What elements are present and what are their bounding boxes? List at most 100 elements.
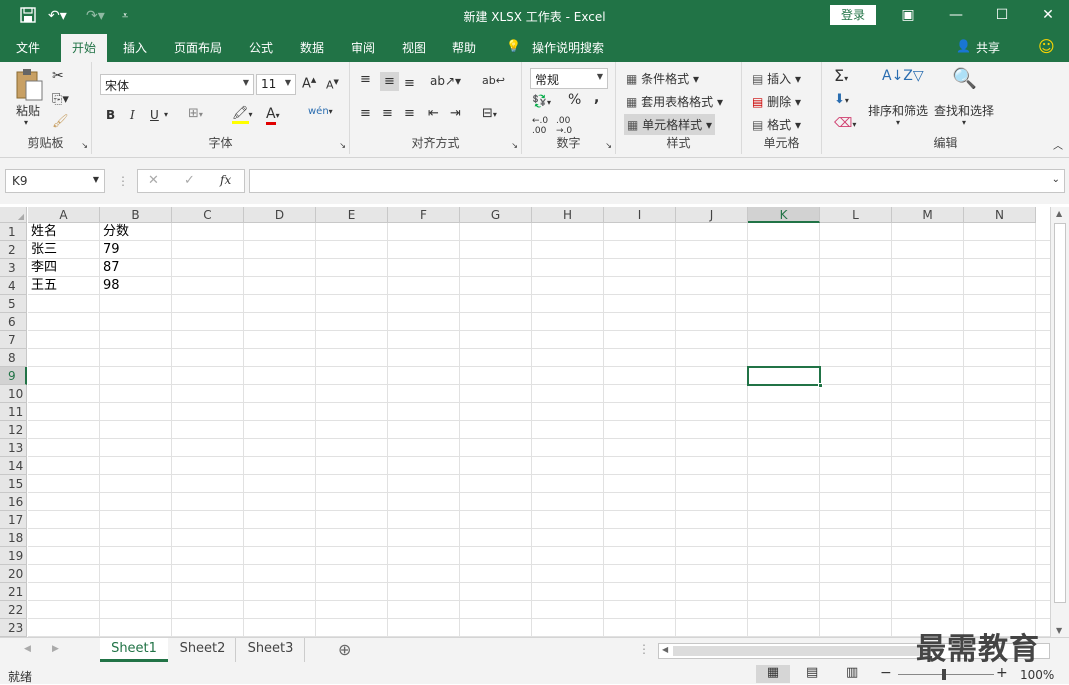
row-header-8[interactable]: 8 bbox=[0, 349, 27, 367]
column-header-j[interactable]: J bbox=[676, 207, 748, 223]
normal-view-icon[interactable]: ▦ bbox=[756, 665, 790, 683]
sort-filter-icon[interactable]: A↓Z▽ bbox=[882, 68, 924, 84]
alignment-launcher-icon[interactable]: ↘ bbox=[511, 141, 518, 150]
row-header-11[interactable]: 11 bbox=[0, 403, 27, 421]
cancel-icon[interactable]: ✕ bbox=[148, 173, 159, 188]
tab-help[interactable]: 帮助 bbox=[452, 39, 476, 56]
find-dropdown-icon[interactable]: ▾ bbox=[962, 118, 966, 127]
row-header-15[interactable]: 15 bbox=[0, 475, 27, 493]
phonetic-icon[interactable]: wén▾ bbox=[308, 106, 333, 117]
row-header-1[interactable]: 1 bbox=[0, 223, 27, 241]
row-header-9[interactable]: 9 bbox=[0, 367, 27, 385]
percent-button[interactable]: % bbox=[568, 92, 581, 108]
paste-dropdown-icon[interactable]: ▾ bbox=[24, 118, 28, 127]
share-button[interactable]: 共享 bbox=[976, 39, 1000, 56]
tell-me-search[interactable]: 操作说明搜索 bbox=[532, 39, 604, 56]
column-header-l[interactable]: L bbox=[820, 207, 892, 223]
font-launcher-icon[interactable]: ↘ bbox=[339, 141, 346, 150]
number-launcher-icon[interactable]: ↘ bbox=[605, 141, 612, 150]
scroll-up-icon[interactable]: ▲ bbox=[1056, 209, 1062, 218]
column-header-c[interactable]: C bbox=[172, 207, 244, 223]
increase-font-icon[interactable]: A▲ bbox=[302, 76, 316, 91]
align-center-icon[interactable]: ≡ bbox=[382, 106, 393, 121]
tab-insert[interactable]: 插入 bbox=[123, 39, 147, 56]
autosum-icon[interactable]: Σ▾ bbox=[834, 66, 848, 85]
orientation-icon[interactable]: ab↗▾ bbox=[430, 74, 461, 88]
find-icon[interactable]: 🔍 bbox=[952, 66, 977, 90]
row-header-18[interactable]: 18 bbox=[0, 529, 27, 547]
border-icon[interactable]: ⊞▾ bbox=[188, 106, 203, 121]
cell-styles-button[interactable]: ▦ 单元格样式 ▾ bbox=[624, 114, 716, 135]
decrease-decimal-icon[interactable]: .00 →.0 bbox=[556, 116, 572, 136]
vertical-scroll-thumb[interactable] bbox=[1054, 223, 1066, 603]
page-break-view-icon[interactable]: ▥ bbox=[846, 665, 858, 680]
sheet-tab-3[interactable]: Sheet3 bbox=[237, 638, 305, 662]
number-format-combo[interactable]: 常规 ▼ bbox=[530, 68, 608, 89]
row-header-13[interactable]: 13 bbox=[0, 439, 27, 457]
increase-indent-icon[interactable]: ⇥ bbox=[450, 106, 461, 121]
font-color-icon[interactable]: A▾ bbox=[266, 106, 280, 125]
tab-home[interactable]: 开始 bbox=[61, 34, 108, 62]
column-header-m[interactable]: M bbox=[892, 207, 964, 223]
dialog-launcher-icon[interactable]: ↘ bbox=[81, 141, 88, 150]
next-sheet-icon[interactable]: ▶ bbox=[52, 644, 59, 654]
column-header-b[interactable]: B bbox=[100, 207, 172, 223]
find-select-button[interactable]: 查找和选择 bbox=[934, 102, 994, 119]
tab-formulas[interactable]: 公式 bbox=[249, 39, 273, 56]
tab-review[interactable]: 审阅 bbox=[351, 39, 375, 56]
insert-cells-button[interactable]: ▤ 插入 ▾ bbox=[752, 70, 801, 87]
column-header-d[interactable]: D bbox=[244, 207, 316, 223]
select-all-corner[interactable]: ◢ bbox=[0, 207, 27, 223]
row-header-19[interactable]: 19 bbox=[0, 547, 27, 565]
row-header-23[interactable]: 23 bbox=[0, 619, 27, 637]
column-header-g[interactable]: G bbox=[460, 207, 532, 223]
row-header-7[interactable]: 7 bbox=[0, 331, 27, 349]
zoom-out-icon[interactable]: − bbox=[880, 665, 892, 681]
tab-view[interactable]: 视图 bbox=[402, 39, 426, 56]
row-header-20[interactable]: 20 bbox=[0, 565, 27, 583]
align-right-icon[interactable]: ≡ bbox=[404, 106, 415, 121]
row-header-3[interactable]: 3 bbox=[0, 259, 27, 277]
formula-input[interactable]: ⌄ bbox=[249, 169, 1065, 193]
name-box[interactable]: K9 ▼ bbox=[5, 169, 105, 193]
format-table-button[interactable]: ▦ 套用表格格式 ▾ bbox=[626, 93, 723, 110]
column-header-f[interactable]: F bbox=[388, 207, 460, 223]
horizontal-scroll-thumb[interactable] bbox=[673, 646, 919, 656]
scroll-down-icon[interactable]: ▼ bbox=[1056, 626, 1062, 635]
sort-dropdown-icon[interactable]: ▾ bbox=[896, 118, 900, 127]
cell-b1[interactable]: 分数 bbox=[100, 223, 172, 241]
close-icon[interactable]: ✕ bbox=[1038, 6, 1058, 26]
align-middle-icon[interactable]: ≡ bbox=[380, 72, 399, 91]
align-bottom-icon[interactable]: ≡ bbox=[404, 76, 415, 91]
align-top-icon[interactable]: ≡ bbox=[360, 72, 371, 87]
vertical-scrollbar[interactable]: ▲ ▼ bbox=[1050, 207, 1069, 637]
row-header-16[interactable]: 16 bbox=[0, 493, 27, 511]
prev-sheet-icon[interactable]: ◀ bbox=[24, 644, 31, 654]
column-header-h[interactable]: H bbox=[532, 207, 604, 223]
row-header-10[interactable]: 10 bbox=[0, 385, 27, 403]
fill-icon[interactable]: ⬇▾ bbox=[834, 92, 849, 107]
ribbon-display-icon[interactable]: ▣ bbox=[898, 6, 918, 26]
tab-data[interactable]: 数据 bbox=[300, 39, 324, 56]
format-cells-button[interactable]: ▤ 格式 ▾ bbox=[752, 116, 801, 133]
expand-formula-icon[interactable]: ⌄ bbox=[1052, 174, 1060, 185]
enter-icon[interactable]: ✓ bbox=[184, 173, 195, 188]
row-header-22[interactable]: 22 bbox=[0, 601, 27, 619]
underline-button[interactable]: U bbox=[150, 108, 159, 122]
cell-b4[interactable]: 98 bbox=[100, 277, 172, 295]
sheet-tab-2[interactable]: Sheet2 bbox=[170, 638, 236, 662]
underline-dropdown-icon[interactable]: ▾ bbox=[164, 110, 168, 119]
maximize-icon[interactable]: ☐ bbox=[992, 6, 1012, 26]
fill-color-icon[interactable]: 🖍▾ bbox=[232, 106, 253, 124]
zoom-slider-thumb[interactable] bbox=[942, 669, 946, 680]
column-header-i[interactable]: I bbox=[604, 207, 676, 223]
page-layout-view-icon[interactable]: ▤ bbox=[806, 665, 818, 680]
tab-split-icon[interactable]: ⋮ bbox=[638, 642, 650, 656]
column-header-e[interactable]: E bbox=[316, 207, 388, 223]
insert-function-button[interactable]: fx bbox=[220, 173, 231, 187]
add-sheet-icon[interactable]: ⊕ bbox=[338, 640, 351, 659]
cell-a1[interactable]: 姓名 bbox=[28, 223, 100, 241]
row-header-17[interactable]: 17 bbox=[0, 511, 27, 529]
column-header-a[interactable]: A bbox=[28, 207, 100, 223]
login-button[interactable]: 登录 bbox=[830, 5, 876, 25]
